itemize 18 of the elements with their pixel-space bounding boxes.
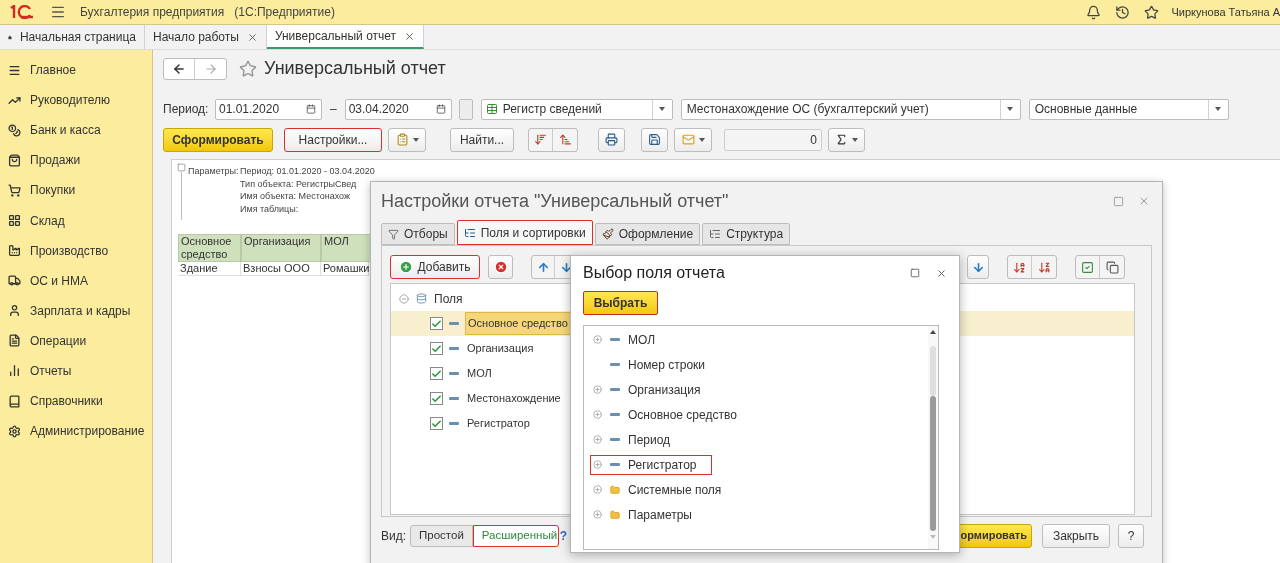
parameters-label: Параметры:: [188, 165, 240, 178]
platform-label: (1С:Предприятие): [234, 4, 335, 21]
table-cell: Взносы ООО: [241, 262, 321, 276]
dash: –: [330, 101, 337, 118]
table-cell: Ромашки: [321, 262, 369, 276]
dialog-title: Настройки отчета "Универсальный отчет": [381, 189, 729, 213]
period-label: Период:: [163, 101, 210, 118]
column-header: Организация: [241, 234, 321, 262]
app-title: Бухгалтерия предприятия: [80, 4, 225, 21]
view-label: Вид:: [381, 527, 407, 545]
window-title: Выбор поля отчета: [583, 263, 725, 283]
parameter-text: Тип объекта: РегистрыСвед: [240, 177, 358, 190]
page-title: Универсальный отчет: [264, 57, 446, 80]
table-cell: Здание: [178, 262, 241, 276]
parameter-text: Имя объекта: Местонахож: [240, 190, 352, 203]
parameter-text: Период: 01.01.2020 - 03.04.2020: [240, 165, 375, 178]
column-header: Основное средство: [178, 234, 241, 262]
parameter-text: Имя таблицы:: [240, 202, 300, 215]
